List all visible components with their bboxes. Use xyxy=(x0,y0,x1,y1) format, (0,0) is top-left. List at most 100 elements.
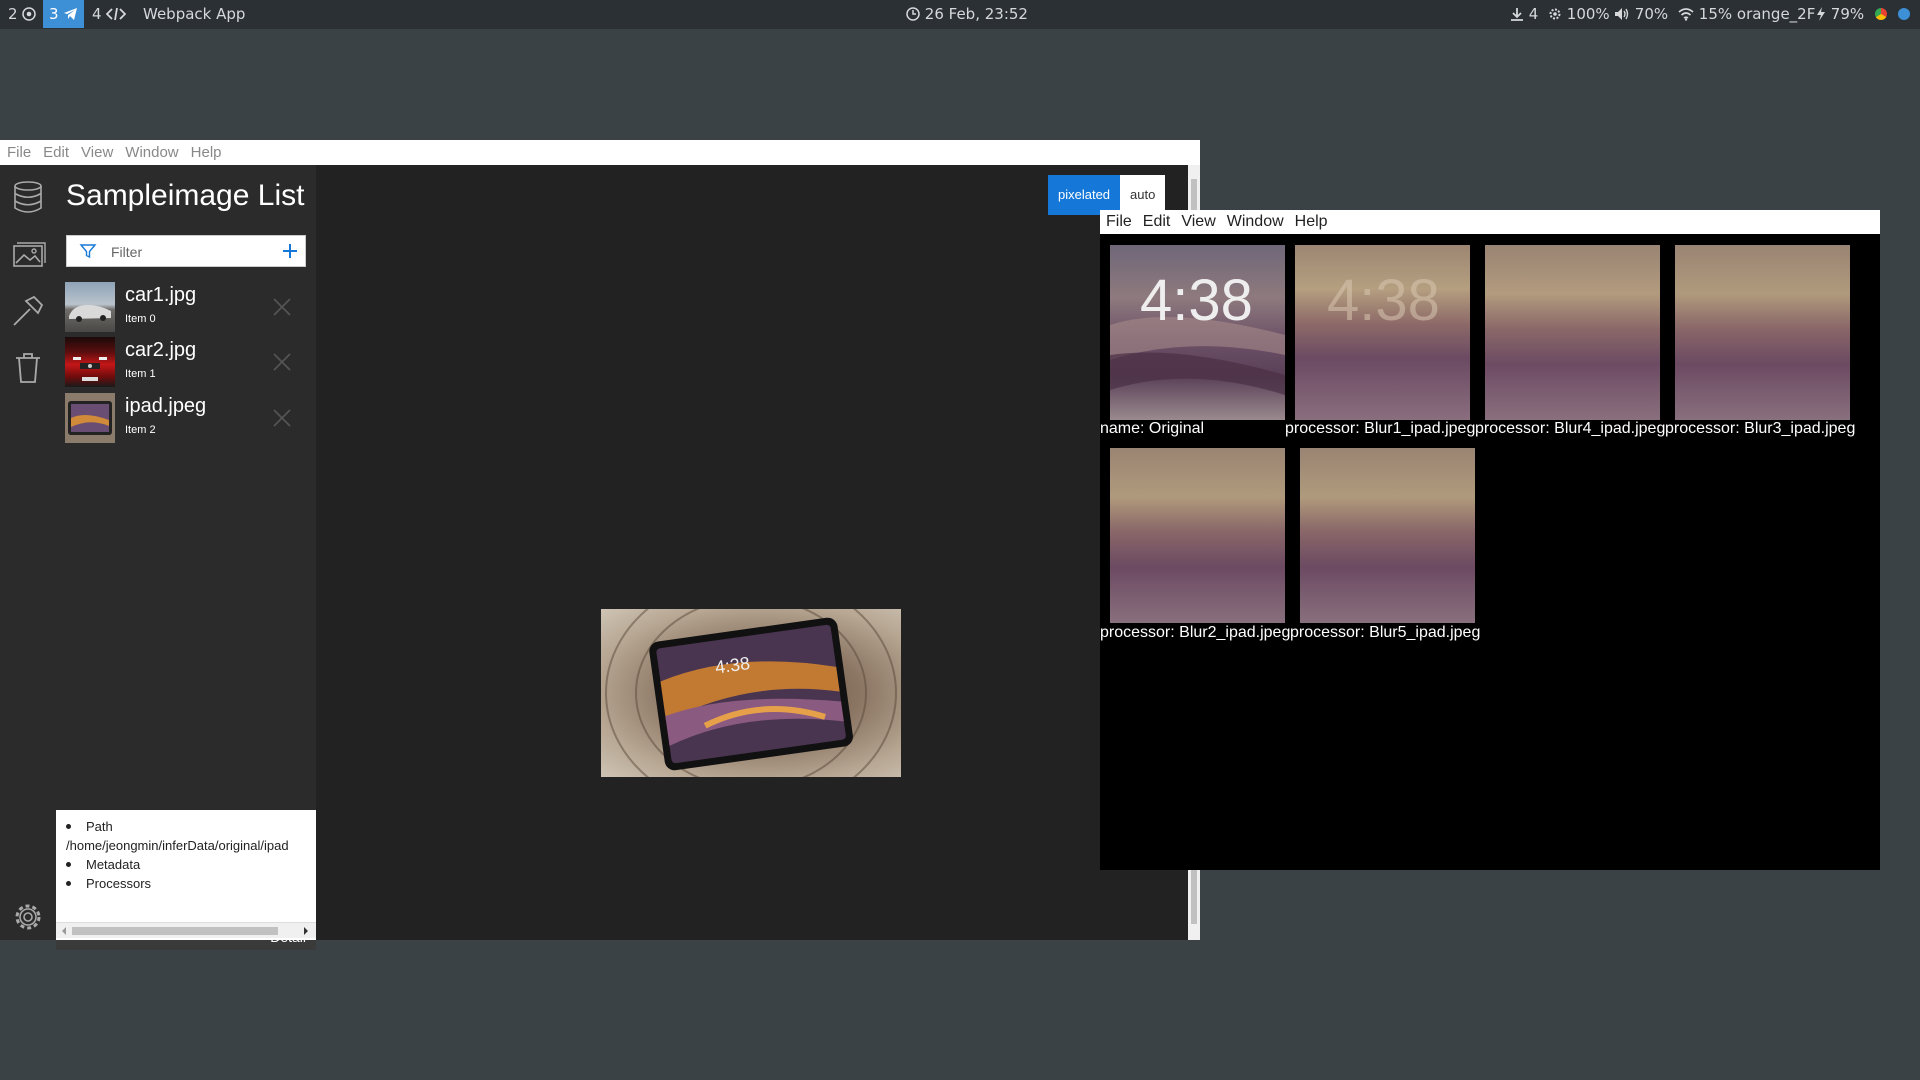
tile-clock: 4:38 xyxy=(1327,268,1440,333)
detail-metadata[interactable]: Metadata xyxy=(56,855,316,874)
close-icon[interactable] xyxy=(271,407,293,429)
workspace-number: 2 xyxy=(8,5,18,23)
battery-bolt-icon xyxy=(1817,7,1825,21)
item-name: car1.jpg xyxy=(125,284,197,306)
tile-caption: processor: Blur1_ipad.jpeg xyxy=(1285,420,1476,437)
detail-path-value: /home/jeongmin/inferData/original/ipad xyxy=(66,838,289,853)
workspace-number: 4 xyxy=(92,5,102,23)
item-index: Item 1 xyxy=(125,368,156,380)
menu-file[interactable]: File xyxy=(7,140,31,165)
delete-button[interactable] xyxy=(10,349,46,385)
volume-indicator[interactable]: 70% xyxy=(1614,0,1668,29)
downloads-indicator[interactable]: 4 xyxy=(1510,0,1538,29)
original-image-tile: 4:38 xyxy=(1110,245,1285,420)
brightness-indicator[interactable]: 100% xyxy=(1548,0,1610,29)
car1-thumbnail xyxy=(65,282,115,332)
filter-icon xyxy=(79,244,97,259)
scroll-left-icon[interactable] xyxy=(59,926,69,936)
gear-icon xyxy=(1549,8,1561,20)
list-item[interactable]: ipad.jpeg Item 2 xyxy=(65,393,305,443)
close-icon[interactable] xyxy=(271,296,293,318)
chrome-icon xyxy=(22,7,37,21)
detail-list: Metadata Processors xyxy=(56,855,316,893)
hammer-icon xyxy=(13,295,44,326)
ipad-thumbnail xyxy=(65,393,115,443)
preview-image: 4:38 xyxy=(601,609,901,777)
image-viewer: 4:38 xyxy=(316,165,1188,940)
downloads-count: 4 xyxy=(1528,5,1539,23)
tile-caption: name: Original xyxy=(1100,420,1205,437)
render-mode-toggle: pixelated auto xyxy=(1048,175,1166,215)
gallery-button[interactable] xyxy=(10,237,46,273)
menu-help[interactable]: Help xyxy=(191,140,222,165)
clock-icon xyxy=(906,7,920,21)
pixelated-button[interactable]: pixelated xyxy=(1048,175,1121,215)
item-index: Item 2 xyxy=(125,424,156,436)
sidebar-title: Sampleimage List xyxy=(66,179,305,212)
menu-edit[interactable]: Edit xyxy=(43,140,69,165)
brightness-value: 100% xyxy=(1566,5,1610,23)
scrollbar-thumb[interactable] xyxy=(72,927,278,935)
battery-indicator[interactable]: 79% xyxy=(1816,0,1864,29)
car2-thumbnail xyxy=(65,337,115,387)
menu-edit[interactable]: Edit xyxy=(1143,210,1171,234)
icon-sidebar xyxy=(0,165,56,940)
clock-text: 26 Feb, 23:52 xyxy=(924,5,1028,23)
tile-caption: processor: Blur2_ipad.jpeg xyxy=(1100,624,1291,641)
menu-window[interactable]: Window xyxy=(1227,210,1284,234)
blur3-image-tile xyxy=(1675,245,1850,420)
menu-file[interactable]: File xyxy=(1106,210,1132,234)
blur2-image-tile xyxy=(1110,448,1285,623)
menu-view[interactable]: View xyxy=(1181,210,1215,234)
tile-caption: processor: Blur5_ipad.jpeg xyxy=(1290,624,1481,641)
app-menubar: File Edit View Window Help xyxy=(0,140,1200,165)
tile-clock: 4:38 xyxy=(1140,268,1253,333)
item-index: Item 0 xyxy=(125,313,156,325)
filter-input[interactable]: Filter xyxy=(66,235,306,267)
list-item[interactable]: car2.jpg Item 1 xyxy=(65,337,305,387)
workspace-3[interactable]: 3 xyxy=(43,0,85,28)
wifi-icon xyxy=(1678,8,1694,21)
item-name: ipad.jpeg xyxy=(125,395,207,417)
auto-button[interactable]: auto xyxy=(1120,175,1166,215)
chrome-tray-icon[interactable] xyxy=(1875,0,1887,29)
tile-caption: processor: Blur3_ipad.jpeg xyxy=(1665,420,1856,437)
filter-placeholder: Filter xyxy=(111,244,143,260)
window-title: Webpack App xyxy=(143,5,246,23)
bluetooth-icon xyxy=(1898,8,1910,20)
tools-button[interactable] xyxy=(10,293,46,329)
workspace-number: 3 xyxy=(49,5,59,23)
code-icon xyxy=(106,7,127,21)
system-top-bar: 2 3 4 Webpack App 26 Feb, 23:52 4 100% 7… xyxy=(0,0,1920,29)
volume-icon xyxy=(1615,8,1629,20)
workspace-4[interactable]: 4 xyxy=(86,0,132,28)
settings-button[interactable] xyxy=(10,899,46,935)
database-button[interactable] xyxy=(10,179,46,215)
scroll-right-icon[interactable] xyxy=(301,926,311,936)
menu-window[interactable]: Window xyxy=(125,140,178,165)
database-icon xyxy=(14,181,42,213)
detail-processors[interactable]: Processors xyxy=(56,874,316,893)
chrome-icon xyxy=(1875,8,1887,20)
download-icon xyxy=(1511,8,1523,21)
blur5-image-tile xyxy=(1300,448,1475,623)
menu-view[interactable]: View xyxy=(81,140,113,165)
wifi-value: 15% orange_2F xyxy=(1698,5,1816,23)
horizontal-scrollbar[interactable] xyxy=(56,922,316,938)
volume-value: 70% xyxy=(1634,5,1669,23)
trash-icon xyxy=(16,353,40,383)
wifi-indicator[interactable]: 15% orange_2F xyxy=(1678,0,1815,29)
gear-icon xyxy=(15,904,41,930)
workspace-2[interactable]: 2 xyxy=(2,0,42,28)
bluetooth-tray-icon[interactable] xyxy=(1898,0,1910,29)
detail-path-label: Path xyxy=(56,817,316,836)
close-icon[interactable] xyxy=(271,351,293,373)
add-icon[interactable] xyxy=(281,242,299,260)
menu-help[interactable]: Help xyxy=(1295,210,1328,234)
list-item[interactable]: car1.jpg Item 0 xyxy=(65,282,305,332)
blur1-image-tile: 4:38 xyxy=(1295,245,1470,420)
item-name: car2.jpg xyxy=(125,339,197,361)
detail-list: Path xyxy=(56,810,316,836)
battery-value: 79% xyxy=(1830,5,1865,23)
clock: 26 Feb, 23:52 xyxy=(906,0,1028,29)
